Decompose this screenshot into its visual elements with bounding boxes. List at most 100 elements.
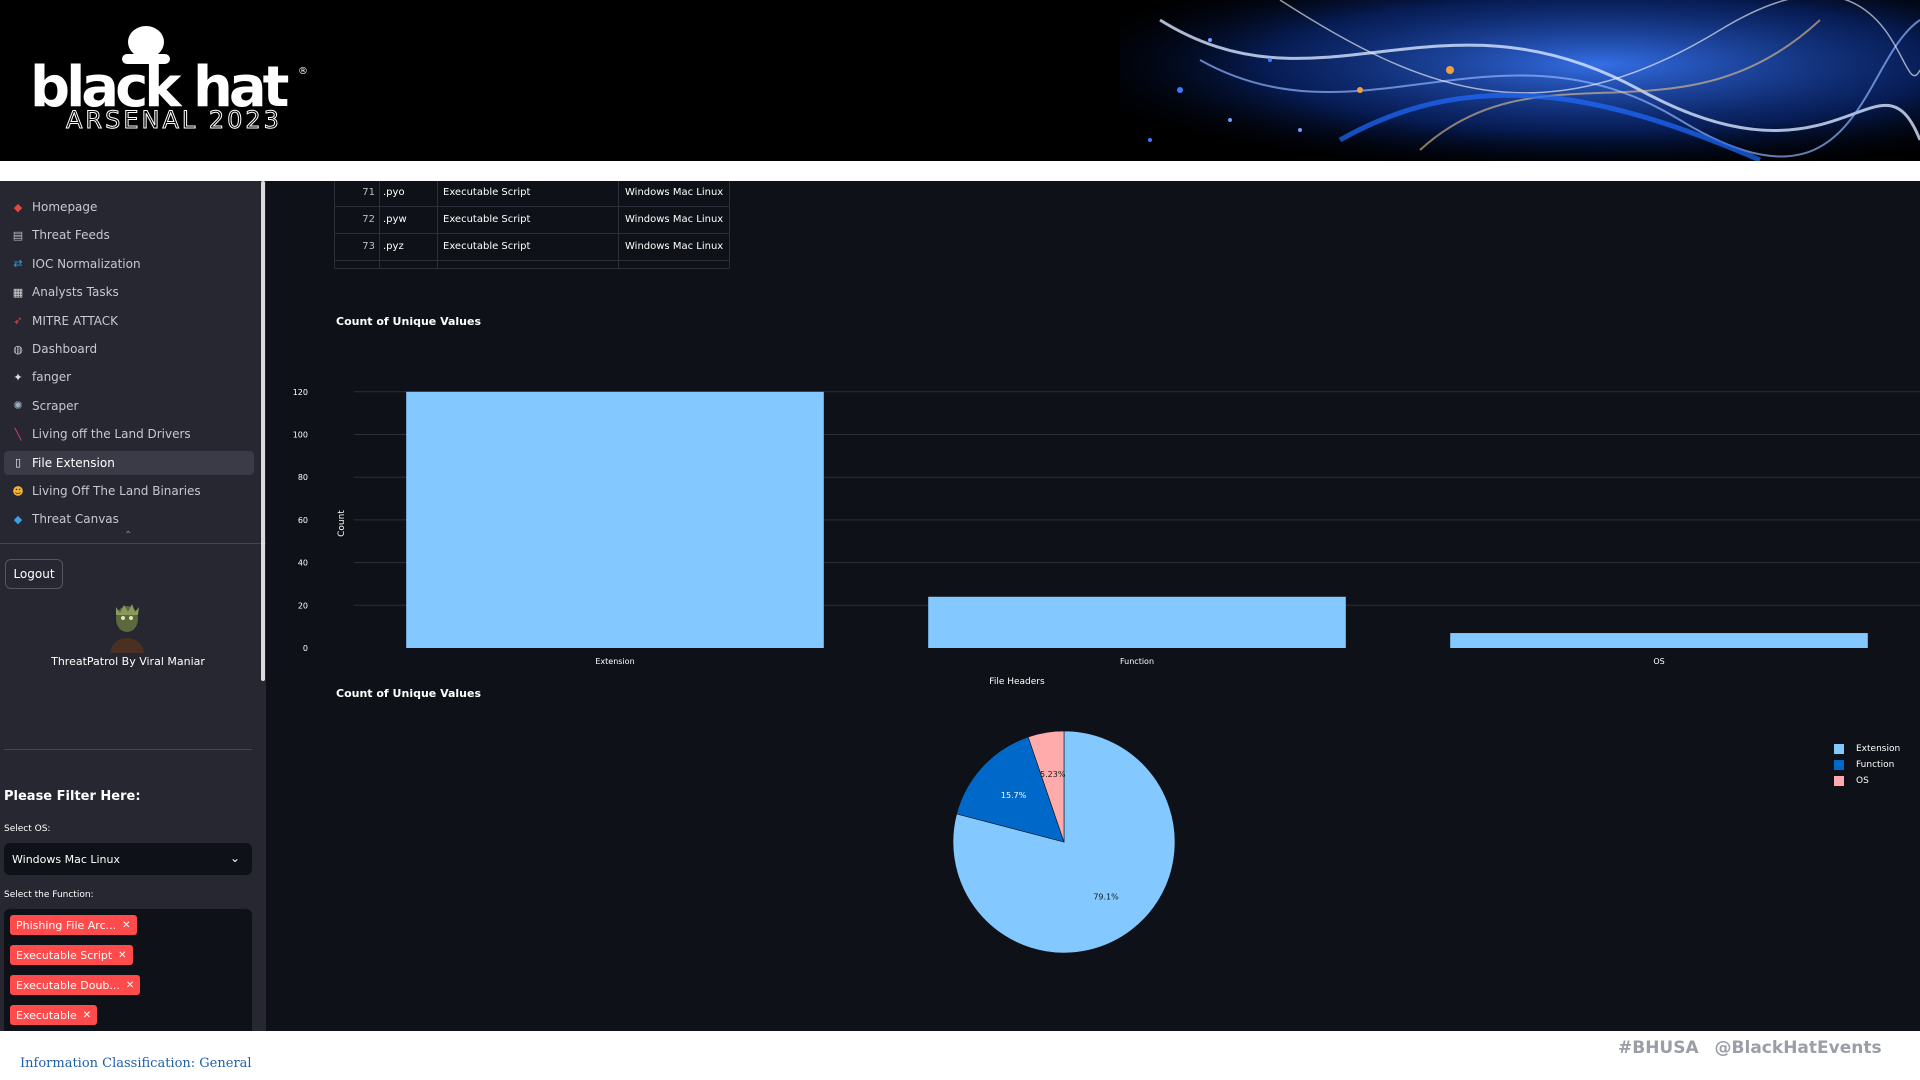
atom-icon: ✺ — [13, 399, 23, 413]
row-index: 73 — [362, 241, 375, 252]
bar — [928, 596, 1346, 648]
table-row[interactable]: 71 .pyo Executable Script Windows Mac Li… — [335, 181, 729, 207]
person-icon: ✦ — [13, 370, 23, 384]
gauge-icon: ◍ — [13, 342, 23, 356]
row-index: 71 — [362, 187, 375, 198]
function-tag[interactable]: Executable Script ✕ — [10, 945, 133, 965]
legend-swatch — [1834, 744, 1844, 754]
logo-subtitle: ARSENAL 2023 — [66, 106, 282, 135]
remove-tag-icon[interactable]: ✕ — [83, 1010, 91, 1021]
sidebar-item-fanger[interactable]: ✦ fanger — [4, 365, 254, 389]
sidebar-item-file-extension[interactable]: ▯ File Extension — [4, 450, 254, 475]
author-credit: ThreatPatrol By Viral Maniar — [51, 655, 205, 668]
bar — [406, 391, 824, 648]
remove-tag-icon[interactable]: ✕ — [122, 920, 130, 931]
classification-label: Information Classification: General — [20, 1056, 252, 1071]
screwdriver-icon: ╲ — [14, 427, 22, 441]
sidebar-scrollbar[interactable] — [261, 181, 265, 681]
main-content: 71 .pyo Executable Script Windows Mac Li… — [268, 181, 1920, 1031]
filter-heading: Please Filter Here: — [4, 789, 141, 804]
sidebar-item-scraper[interactable]: ✺ Scraper — [4, 394, 254, 418]
abstract-swirl-art — [1120, 0, 1920, 161]
table-row[interactable]: 72 .pyw Executable Script Windows Mac Li… — [335, 208, 729, 234]
y-tick-label: 100 — [293, 431, 308, 440]
function-tag-label: Executable — [16, 1008, 77, 1022]
os-select-value: Windows Mac Linux — [12, 852, 121, 866]
sidebar-item-label: Threat Feeds — [32, 228, 110, 243]
logout-button[interactable]: Logout — [5, 559, 63, 589]
legend-item[interactable]: Function — [1834, 757, 1900, 773]
cell-os: Windows Mac Linux — [625, 187, 724, 198]
sidebar-item-homepage[interactable]: ◆ Homepage — [4, 195, 254, 219]
sidebar-item-label: Scraper — [32, 398, 79, 413]
legend-item[interactable]: Extension — [1834, 741, 1900, 757]
sidebar-item-threat-feeds[interactable]: ▤ Threat Feeds — [4, 223, 254, 247]
y-tick-label: 60 — [298, 516, 308, 525]
x-tick-label: OS — [1653, 657, 1664, 666]
sidebar-item-label: Living Off The Land Binaries — [32, 484, 201, 498]
bar — [1450, 633, 1868, 648]
cell-extension: .pyz — [383, 241, 404, 252]
sidebar: ◆ Homepage ▤ Threat Feeds ⇄ IOC Normalization… — [0, 181, 266, 1031]
function-tag[interactable]: Executable Doub... ✕ — [10, 975, 141, 995]
remove-tag-icon[interactable]: ✕ — [126, 980, 134, 991]
avatar — [110, 604, 144, 653]
cell-function: Executable Script — [443, 187, 531, 198]
rocket-icon: ➶ — [13, 314, 23, 328]
function-tag[interactable]: Executable ✕ — [10, 1005, 98, 1025]
sidebar-item-threat-canvas[interactable]: ◆ Threat Canvas — [4, 507, 254, 531]
cool-face-icon: ☻ — [12, 484, 24, 498]
diamond-icon: ◆ — [13, 512, 23, 526]
sidebar-item-dashboard[interactable]: ◍ Dashboard — [4, 337, 254, 361]
sidebar-divider — [0, 543, 266, 544]
cell-os: Windows Mac Linux — [625, 241, 724, 252]
logo-registered-mark: ® — [298, 66, 308, 77]
app-window: ◆ Homepage ▤ Threat Feeds ⇄ IOC Normalization… — [0, 181, 1920, 1031]
function-tag-label: Executable Doub... — [16, 978, 120, 992]
legend-item[interactable]: OS — [1834, 773, 1900, 789]
y-tick-label: 80 — [298, 473, 308, 482]
sidebar-item-label: Living off the Land Drivers — [32, 427, 191, 442]
extensions-table[interactable]: 71 .pyo Executable Script Windows Mac Li… — [334, 181, 730, 269]
function-tag[interactable]: Phishing File Arc... ✕ — [10, 915, 137, 935]
cell-os: Windows Mac Linux — [625, 214, 724, 225]
y-tick-label: 120 — [293, 388, 308, 397]
clipboard-icon: ▦ — [12, 285, 24, 299]
remove-tag-icon[interactable]: ✕ — [118, 950, 126, 961]
function-tag-label: Phishing File Arc... — [16, 918, 117, 932]
legend-label: OS — [1856, 776, 1869, 786]
page-icon: ▯ — [14, 456, 22, 470]
os-select[interactable]: Windows Mac Linux ⌄ — [4, 843, 252, 875]
pie-chart[interactable]: 79.1% 15.7% 5.23% — [268, 661, 1568, 1031]
legend-swatch — [1834, 776, 1844, 786]
sidebar-item-analysts-tasks[interactable]: ▦ Analysts Tasks — [4, 280, 254, 304]
y-tick-label: 20 — [298, 601, 308, 610]
sidebar-item-living-off-the-land-drivers[interactable]: ╲ Living off the Land Drivers — [4, 422, 254, 446]
y-axis-title: Count — [337, 510, 347, 537]
cell-extension: .pyo — [383, 187, 405, 198]
table-row[interactable]: 73 .pyz Executable Script Windows Mac Li… — [335, 235, 729, 261]
pie-slice-label: 5.23% — [1040, 770, 1066, 779]
sidebar-item-label: IOC Normalization — [32, 256, 141, 271]
sidebar-item-label: File Extension — [32, 455, 115, 470]
filter-divider — [4, 749, 252, 750]
sidebar-item-living-off-the-land-binaries[interactable]: ☻ Living Off The Land Binaries — [4, 479, 254, 503]
event-banner: black hat ® ARSENAL 2023 — [0, 0, 1920, 161]
function-multiselect[interactable]: Phishing File Arc... ✕ Executable Script ✕… — [4, 909, 252, 1031]
nav-collapse-chevron-icon[interactable]: ⌃ — [124, 530, 132, 541]
row-index: 72 — [362, 214, 375, 225]
sidebar-item-label: Dashboard — [32, 342, 98, 356]
sidebar-item-mitre-attack[interactable]: ➶ MITRE ATTACK — [4, 309, 254, 333]
sidebar-item-label: Analysts Tasks — [32, 285, 119, 300]
y-tick-label: 0 — [303, 644, 308, 653]
chevron-down-icon[interactable]: ⌄ — [230, 851, 240, 865]
cell-extension: .pyw — [383, 214, 407, 225]
function-select-label: Select the Function: — [4, 890, 94, 900]
arrows-icon: ⇄ — [13, 257, 23, 271]
sidebar-item-label: MITRE ATTACK — [32, 313, 118, 328]
legend-swatch — [1834, 760, 1844, 770]
sidebar-item-ioc-normalization[interactable]: ⇄ IOC Normalization — [4, 252, 254, 276]
event-hashtags: #BHUSA @BlackHatEvents — [1618, 1038, 1882, 1058]
sidebar-item-label: fanger — [32, 370, 72, 385]
cell-function: Executable Script — [443, 214, 531, 225]
